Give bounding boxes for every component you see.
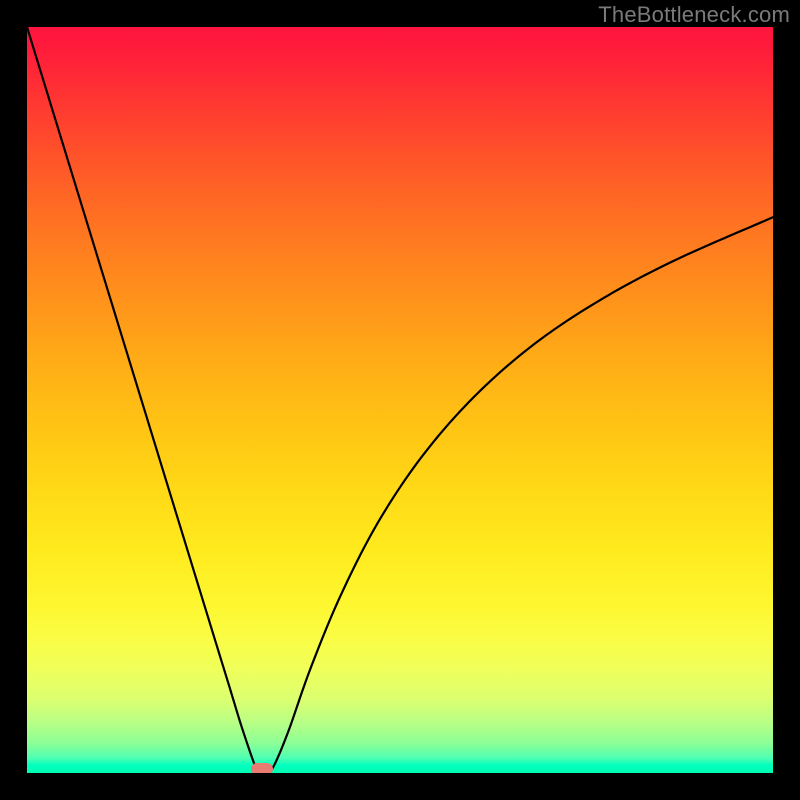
chart-frame: TheBottleneck.com [0, 0, 800, 800]
watermark-text: TheBottleneck.com [598, 2, 790, 28]
bottleneck-curve [27, 27, 773, 773]
optimal-point-marker [251, 763, 273, 773]
plot-area [27, 27, 773, 773]
